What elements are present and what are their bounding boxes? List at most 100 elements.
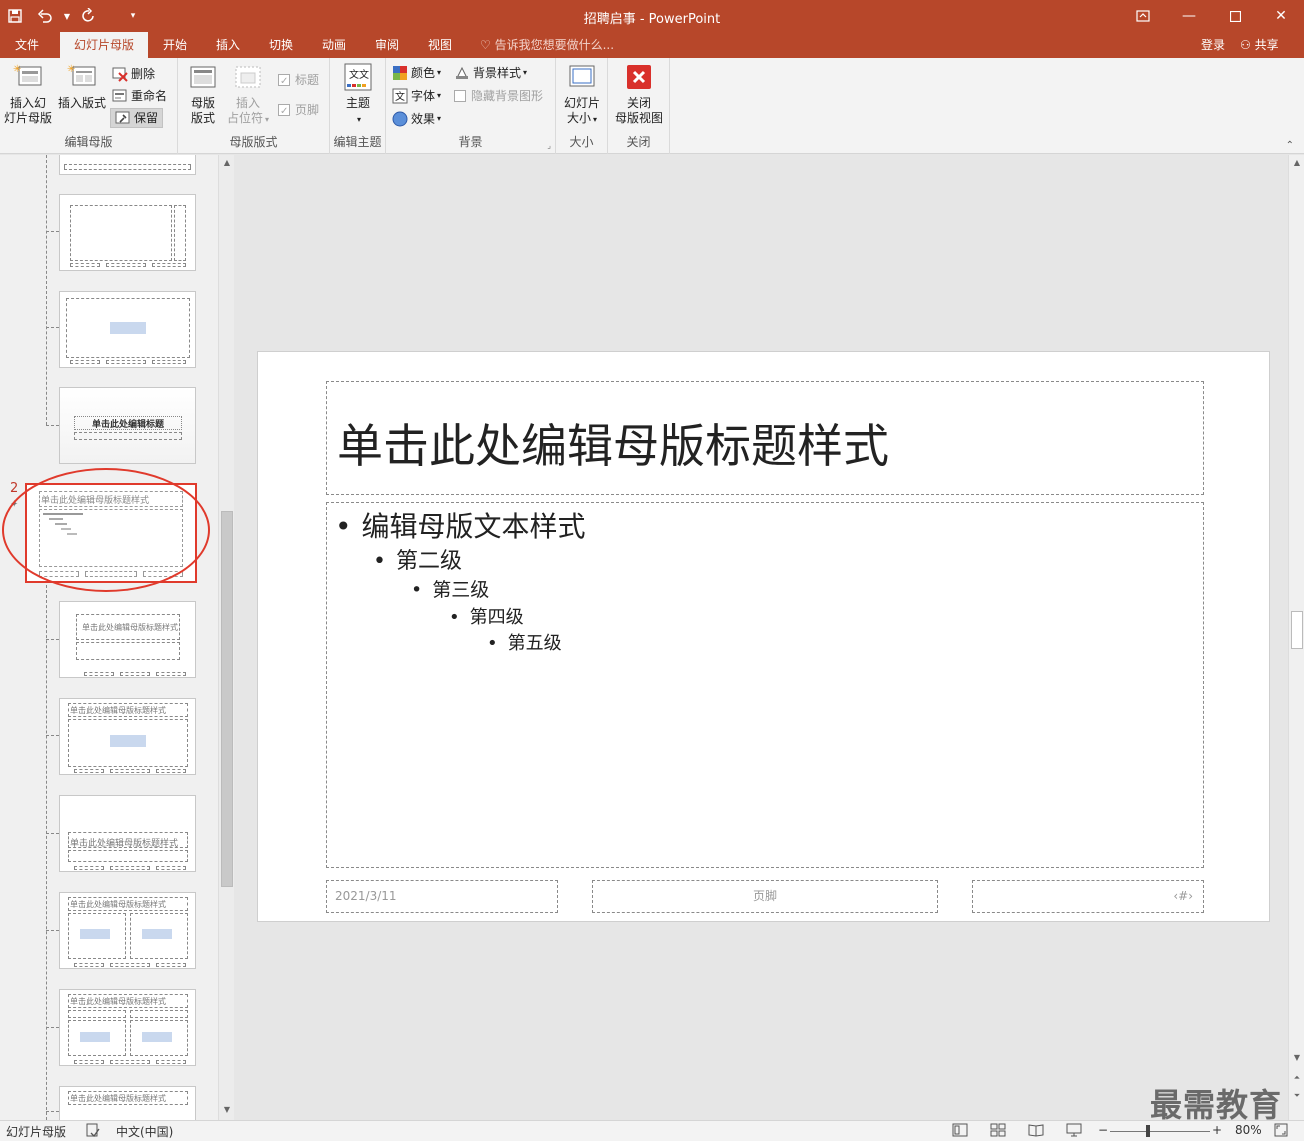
master-layout-button[interactable]: 母版 版式 (182, 62, 224, 126)
insert-slide-master-button[interactable]: ✳ 插入幻 灯片母版 (2, 62, 54, 126)
tree-connector (46, 1027, 59, 1028)
insert-placeholder-button[interactable]: 插入 占位符 ▾ (226, 62, 270, 127)
group-edit-master: ✳ 插入幻 灯片母版 ✳ 插入版式 删除 重命名 保留 编辑母版 (0, 58, 178, 154)
fonts-button[interactable]: 文 字体 ▾ (392, 86, 441, 106)
tell-me-box[interactable]: ♡ 告诉我您想要做什么... (480, 32, 614, 58)
title-checkbox[interactable]: 标题 (278, 70, 319, 90)
delete-button[interactable]: 删除 (112, 64, 155, 84)
close-icon[interactable]: ✕ (1258, 0, 1304, 32)
zoom-out-button[interactable]: − (1098, 1123, 1108, 1137)
tab-view[interactable]: 视图 (417, 32, 463, 58)
tab-file[interactable]: 文件 (4, 32, 50, 58)
slide-thumbnail-pane[interactable]: 单击此处编辑标题 2 ✦ 单击此处编辑母版标题样式 单击此处编辑母版标题样式 单… (0, 155, 218, 1120)
group-label-size: 大小 (569, 135, 594, 149)
tree-connector (46, 327, 59, 328)
share-button[interactable]: ⚇ 共享 (1240, 32, 1279, 58)
ribbon-tabs: 文件 幻灯片母版 开始 插入 切换 动画 审阅 视图 ♡ 告诉我您想要做什么..… (0, 32, 1304, 58)
thumbnail-title: 单击此处编辑母版标题样式 (82, 623, 178, 632)
slideshow-icon[interactable] (1066, 1123, 1082, 1140)
scroll-thumb[interactable] (221, 511, 233, 887)
layout-thumbnail[interactable]: 单击此处编辑母版标题样式 (59, 989, 196, 1066)
layout-thumbnail[interactable]: 单击此处编辑标题 (59, 387, 196, 464)
watermark-logo: 最需教育 (1150, 1086, 1283, 1124)
layout-thumbnail[interactable]: 单击此处编辑母版标题样式 (59, 601, 196, 678)
zoom-slider-track[interactable] (1110, 1131, 1210, 1132)
slide-sorter-icon[interactable] (990, 1123, 1006, 1140)
slide-master[interactable]: 单击此处编辑母版标题样式 • 编辑母版文本样式 • 第二级 • 第三级 • 第四级 • 第… (257, 351, 1270, 922)
colors-button[interactable]: 颜色 ▾ (392, 63, 441, 83)
maximize-icon[interactable] (1212, 0, 1258, 32)
scroll-up-icon[interactable]: ▲ (1289, 155, 1304, 171)
ribbon-display-options-icon[interactable] (1120, 0, 1166, 32)
thumbnail-scrollbar[interactable]: ▲ ▼ (218, 155, 234, 1120)
layout-thumbnail[interactable] (59, 155, 196, 175)
tab-animations[interactable]: 动画 (311, 32, 357, 58)
slide-size-button[interactable]: 幻灯片 大小 ▾ (560, 62, 604, 127)
tab-transitions[interactable]: 切换 (258, 32, 304, 58)
rename-button[interactable]: 重命名 (112, 86, 167, 106)
group-background: 颜色 ▾ 文 字体 ▾ 效果 ▾ 背景样式 ▾ 隐藏背景图形 背景 ⌟ (386, 58, 556, 154)
share-label: 共享 (1254, 38, 1279, 52)
group-edit-theme: 文文 主题 ▾ 编辑主题 (330, 58, 386, 154)
themes-button[interactable]: 文文 主题 ▾ (338, 62, 378, 127)
scroll-up-icon[interactable]: ▲ (219, 155, 235, 171)
layout-thumbnail[interactable] (59, 291, 196, 368)
text-level-4: • 第四级 (449, 607, 524, 628)
effects-icon (392, 111, 408, 127)
layout-thumbnail[interactable]: 单击此处编辑母版标题样式 (59, 1086, 196, 1120)
login-link[interactable]: 登录 (1201, 32, 1225, 58)
slide-scrollbar[interactable]: ▲ ▼ ⏶ ⏷ (1288, 155, 1304, 1120)
next-slide-icon[interactable]: ⏷ (1289, 1088, 1304, 1104)
footer-placeholder[interactable]: 页脚 (592, 880, 938, 913)
scroll-thumb[interactable] (1291, 611, 1303, 649)
layout-thumbnail[interactable]: 单击此处编辑母版标题样式 (59, 795, 196, 872)
previous-slide-icon[interactable]: ⏶ (1289, 1070, 1304, 1086)
preserve-button[interactable]: 保留 (110, 108, 164, 128)
background-styles-button[interactable]: 背景样式 ▾ (454, 63, 527, 83)
hide-background-checkbox[interactable]: 隐藏背景图形 (454, 86, 543, 106)
window-controls: — ✕ (1120, 0, 1304, 32)
insert-layout-icon: ✳ (67, 64, 96, 86)
reading-view-icon[interactable] (1028, 1123, 1044, 1140)
footer-checkbox[interactable]: 页脚 (278, 100, 319, 120)
tab-review[interactable]: 审阅 (364, 32, 410, 58)
colors-icon (393, 66, 407, 80)
tree-connector (46, 231, 59, 232)
insert-layout-button[interactable]: ✳ 插入版式 (56, 62, 108, 111)
status-bar: 幻灯片母版 中文(中国) − + 80% (0, 1120, 1304, 1141)
group-label-edit-theme: 编辑主题 (333, 135, 382, 149)
tab-slide-master[interactable]: 幻灯片母版 (60, 32, 148, 58)
highlight-circle (2, 468, 210, 592)
title-placeholder[interactable]: 单击此处编辑母版标题样式 (326, 381, 1204, 495)
layout-thumbnail[interactable] (59, 194, 196, 271)
normal-view-icon[interactable] (952, 1123, 968, 1140)
text-level-2: • 第二级 (373, 549, 462, 574)
tree-connector (46, 930, 59, 931)
scroll-down-icon[interactable]: ▼ (219, 1102, 235, 1118)
thumbnail-title: 单击此处编辑标题 (92, 420, 165, 430)
text-level-1: • 编辑母版文本样式 (335, 510, 586, 543)
minimize-icon[interactable]: — (1166, 0, 1212, 32)
close-master-view-button[interactable]: 关闭 母版视图 (612, 62, 666, 126)
date-placeholder[interactable]: 2021/3/11 (326, 880, 558, 913)
rename-icon (112, 89, 127, 102)
slide-size-icon (569, 65, 595, 87)
effects-button[interactable]: 效果 ▾ (392, 109, 441, 129)
body-placeholder[interactable]: • 编辑母版文本样式 • 第二级 • 第三级 • 第四级 • 第五级 (326, 502, 1204, 868)
group-label-edit-master: 编辑母版 (64, 135, 113, 149)
tab-home[interactable]: 开始 (152, 32, 198, 58)
language[interactable]: 中文(中国) (116, 1123, 173, 1140)
footer-check-icon (278, 104, 290, 116)
scroll-down-icon[interactable]: ▼ (1289, 1050, 1304, 1066)
layout-thumbnail[interactable]: 单击此处编辑母版标题样式 (59, 892, 196, 969)
spell-check-icon[interactable] (86, 1123, 100, 1140)
slide-editing-area[interactable]: 单击此处编辑母版标题样式 • 编辑母版文本样式 • 第二级 • 第三级 • 第四级 • 第… (235, 155, 1288, 1120)
layout-thumbnail[interactable]: 单击此处编辑母版标题样式 (59, 698, 196, 775)
page-number-placeholder[interactable]: ‹#› (972, 880, 1204, 913)
collapse-ribbon-icon[interactable]: ⌃ (1286, 140, 1294, 151)
zoom-slider-thumb[interactable] (1146, 1125, 1150, 1137)
dialog-launcher-icon[interactable]: ⌟ (547, 141, 551, 150)
tab-insert[interactable]: 插入 (205, 32, 251, 58)
tree-line (46, 155, 47, 425)
text-level-5: • 第五级 (487, 633, 562, 654)
